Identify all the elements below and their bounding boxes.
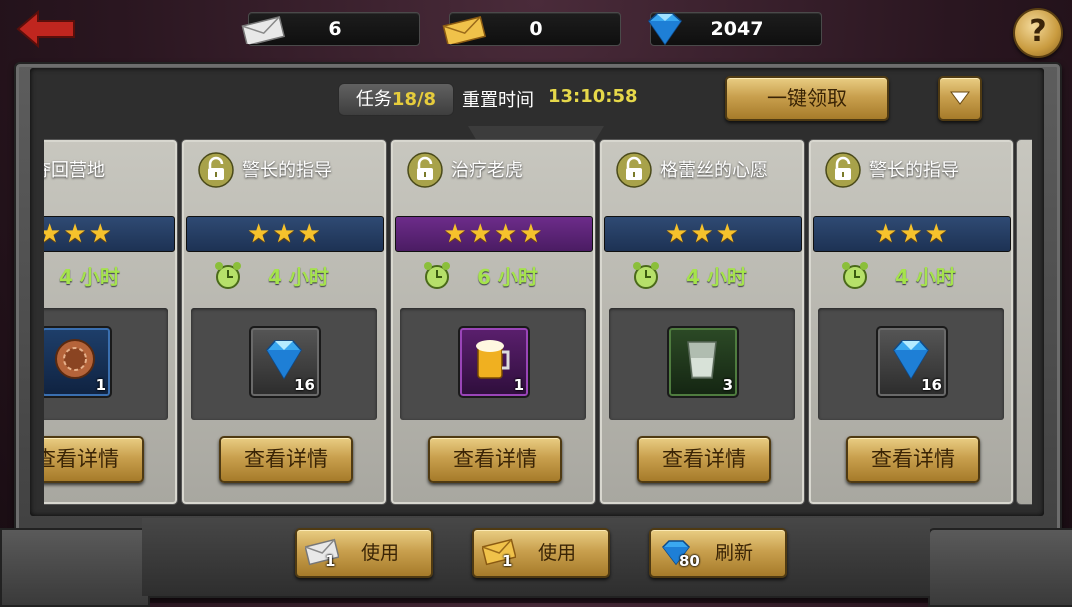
use-white-label: 使用 xyxy=(361,542,400,564)
reward-area: 3 xyxy=(609,308,795,420)
unlock-icon xyxy=(825,152,861,188)
reward-qty: 16 xyxy=(294,376,315,394)
quest-title: 格蕾丝的心愿 xyxy=(660,160,768,181)
quest-title: 治疗老虎 xyxy=(451,160,523,181)
back-button[interactable] xyxy=(16,9,76,49)
diamond-icon xyxy=(648,13,682,46)
unlock-icon xyxy=(407,152,443,188)
rarity-bar: ★★★ xyxy=(813,216,1011,252)
star-rating: ★★★ xyxy=(247,219,323,249)
alarm-clock-icon xyxy=(215,262,241,289)
refresh-button[interactable]: 80 刷新 xyxy=(649,528,787,578)
reward-qty: 1 xyxy=(513,376,524,394)
quest-card[interactable]: 格蕾丝的心愿 ★★★ 4 小时 3 查看详情 xyxy=(599,139,805,505)
alarm-clock-icon xyxy=(633,262,659,289)
diamond-counter: 2047 xyxy=(648,12,822,46)
chevron-down-icon xyxy=(950,91,970,105)
view-details-button[interactable]: 查看详情 xyxy=(219,436,353,483)
quest-duration: 4 小时 xyxy=(895,265,956,289)
reward-qty: 3 xyxy=(722,376,733,394)
quest-duration: 6 小时 xyxy=(477,265,538,289)
mail-gold-value: 0 xyxy=(529,18,543,40)
reset-time: 13:10:58 xyxy=(548,86,638,107)
quest-duration: 4 小时 xyxy=(268,265,329,289)
next-card-edge xyxy=(1016,139,1032,505)
rarity-bar: ★★★ xyxy=(604,216,802,252)
task-count: 18/8 xyxy=(391,89,437,110)
mail-white-value: 6 xyxy=(328,18,342,40)
quest-duration: 4 小时 xyxy=(59,265,120,289)
reward-area: 1 xyxy=(400,308,586,420)
quest-title: 警长的指导 xyxy=(242,160,332,181)
quest-title: 夺回营地 xyxy=(44,160,105,181)
refresh-label: 刷新 xyxy=(715,542,754,564)
reward-qty: 16 xyxy=(921,376,942,394)
use-gold-qty: 1 xyxy=(502,552,513,570)
view-details-button[interactable]: 查看详情 xyxy=(428,436,562,483)
help-button[interactable]: ? xyxy=(1013,8,1063,58)
beer-icon xyxy=(476,340,510,379)
reward-slot[interactable]: 1 xyxy=(458,326,530,398)
alarm-clock-icon xyxy=(424,262,450,289)
quest-card[interactable]: 治疗老虎 ★★★★ 6 小时 1 查看详情 xyxy=(390,139,596,505)
refresh-qty: 80 xyxy=(679,552,700,570)
task-label: 任务 xyxy=(355,89,392,110)
use-gold-mail-button[interactable]: 1 使用 xyxy=(472,528,610,578)
mail-gold-icon xyxy=(442,16,487,44)
rarity-bar: ★★★ xyxy=(186,216,384,252)
star-rating: ★★★ xyxy=(874,219,950,249)
view-details-button[interactable]: 查看详情 xyxy=(44,436,144,483)
mail-gold-counter: 0 xyxy=(442,12,621,46)
quest-duration: 4 小时 xyxy=(686,265,747,289)
reward-slot[interactable]: 3 xyxy=(667,326,739,398)
reward-area: 1 xyxy=(44,308,168,420)
quest-card[interactable]: 警长的指导 ★★★ 4 小时 16 查看详情 xyxy=(808,139,1014,505)
reward-area: 16 xyxy=(191,308,377,420)
quest-title: 警长的指导 xyxy=(869,160,959,181)
mail-white-counter: 6 xyxy=(241,12,420,46)
claim-all-button[interactable]: 一键领取 xyxy=(725,76,889,121)
mail-white-icon xyxy=(241,16,286,44)
view-details-button[interactable]: 查看详情 xyxy=(637,436,771,483)
reward-slot[interactable]: 16 xyxy=(876,326,948,398)
alarm-clock-icon xyxy=(842,262,868,289)
reward-slot[interactable]: 16 xyxy=(249,326,321,398)
rarity-bar: ★★★★ xyxy=(395,216,593,252)
use-white-mail-button[interactable]: 1 使用 xyxy=(295,528,433,578)
star-rating: ★★★ xyxy=(44,219,114,249)
chip-icon xyxy=(55,339,95,379)
star-rating: ★★★★ xyxy=(443,219,545,249)
unlock-icon xyxy=(616,152,652,188)
quest-card[interactable]: 夺回营地 ★★★ 4 小时 1 查看详情 xyxy=(44,139,178,505)
bottom-right-corner xyxy=(928,528,1072,607)
rarity-bar: ★★★ xyxy=(44,216,175,252)
task-counter: 任务18/8 xyxy=(338,83,454,116)
quest-card[interactable]: 警长的指导 ★★★ 4 小时 16 查看详情 xyxy=(181,139,387,505)
bottom-left-corner xyxy=(0,528,150,607)
reward-qty: 1 xyxy=(95,376,106,394)
unlock-icon xyxy=(198,152,234,188)
reset-label: 重置时间 xyxy=(462,90,534,111)
use-white-qty: 1 xyxy=(325,552,336,570)
dropdown-button[interactable] xyxy=(938,76,982,121)
back-arrow-icon xyxy=(16,9,75,49)
diamond-value: 2047 xyxy=(710,18,764,40)
view-details-button[interactable]: 查看详情 xyxy=(846,436,980,483)
reward-area: 16 xyxy=(818,308,1004,420)
reward-slot[interactable]: 1 xyxy=(44,326,112,398)
quest-card-list[interactable]: 夺回营地 ★★★ 4 小时 1 查看详情 警长的指导 ★★★ xyxy=(44,139,1032,505)
glass-icon xyxy=(687,341,717,379)
use-gold-label: 使用 xyxy=(538,542,577,564)
star-rating: ★★★ xyxy=(665,219,741,249)
